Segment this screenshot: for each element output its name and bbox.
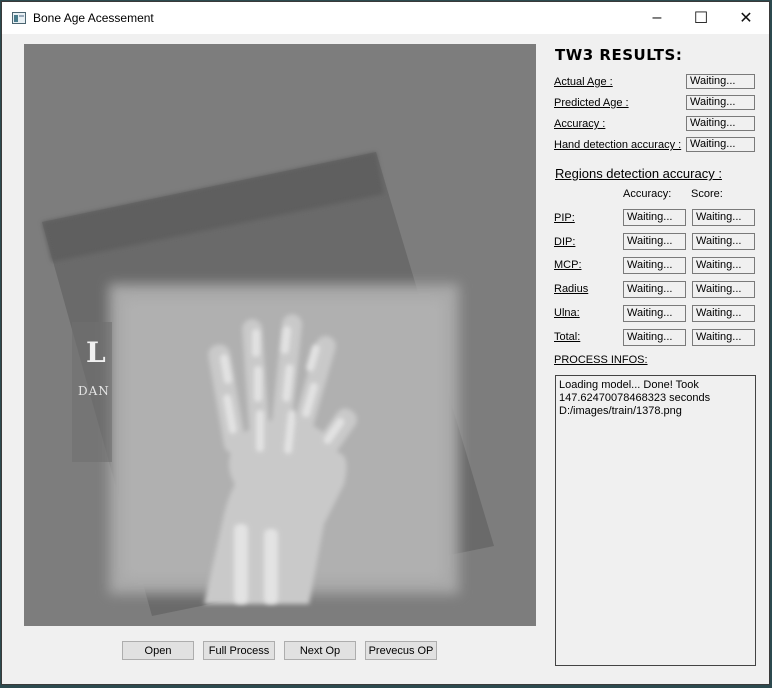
app-icon <box>12 12 26 24</box>
region-label-dip: DIP: <box>554 236 576 248</box>
results-title: TW3 RESULTS: <box>555 46 683 64</box>
open-button[interactable]: Open <box>122 641 194 660</box>
radius-accuracy-field: Waiting... <box>623 281 686 298</box>
side-marker-letter: L <box>86 336 106 369</box>
total-accuracy-field: Waiting... <box>623 329 686 346</box>
close-button[interactable]: ✕ <box>723 2 769 34</box>
accuracy-label: Accuracy : <box>554 118 606 130</box>
mcp-accuracy-field: Waiting... <box>623 257 686 274</box>
window-title: Bone Age Acessement <box>33 11 154 25</box>
minimize-button[interactable]: – <box>634 2 680 34</box>
side-marker-text: DAN <box>78 384 110 398</box>
app-window: Bone Age Acessement – ☐ ✕ L DAN Open Ful… <box>1 1 770 685</box>
pip-score-field: Waiting... <box>692 209 755 226</box>
accuracy-column-header: Accuracy: <box>623 188 672 200</box>
minimize-icon: – <box>652 9 662 26</box>
score-column-header: Score: <box>691 188 723 200</box>
full-process-button[interactable]: Full Process <box>203 641 275 660</box>
region-label-pip: PIP: <box>554 212 575 224</box>
dip-score-field: Waiting... <box>692 233 755 250</box>
process-log[interactable]: Loading model... Done! Took 147.62470078… <box>555 375 756 666</box>
previous-op-button[interactable]: Prevecus OP <box>365 641 437 660</box>
regions-title: Regions detection accuracy : <box>555 166 722 181</box>
mcp-score-field: Waiting... <box>692 257 755 274</box>
xray-image: L DAN <box>24 44 536 626</box>
dip-accuracy-field: Waiting... <box>623 233 686 250</box>
next-op-button[interactable]: Next Op <box>284 641 356 660</box>
title-bar[interactable]: Bone Age Acessement – ☐ ✕ <box>2 2 769 34</box>
ulna-accuracy-field: Waiting... <box>623 305 686 322</box>
pip-accuracy-field: Waiting... <box>623 209 686 226</box>
maximize-button[interactable]: ☐ <box>678 2 724 34</box>
actual-age-field: Waiting... <box>686 74 755 89</box>
predicted-age-label: Predicted Age : <box>554 97 629 109</box>
region-label-ulna: Ulna: <box>554 307 580 319</box>
region-label-radius: Radius <box>554 283 589 295</box>
region-label-mcp: MCP: <box>554 259 582 271</box>
maximize-icon: ☐ <box>693 10 709 27</box>
ulna-score-field: Waiting... <box>692 305 755 322</box>
hand-detection-field: Waiting... <box>686 137 755 152</box>
hand-detection-label: Hand detection accuracy : <box>554 139 682 151</box>
total-score-field: Waiting... <box>692 329 755 346</box>
close-icon: ✕ <box>739 10 753 27</box>
region-label-total: Total: <box>554 331 581 343</box>
actual-age-label: Actual Age : <box>554 76 613 88</box>
accuracy-field: Waiting... <box>686 116 755 131</box>
process-infos-label: PROCESS INFOS: <box>554 354 648 366</box>
radius-score-field: Waiting... <box>692 281 755 298</box>
predicted-age-field: Waiting... <box>686 95 755 110</box>
